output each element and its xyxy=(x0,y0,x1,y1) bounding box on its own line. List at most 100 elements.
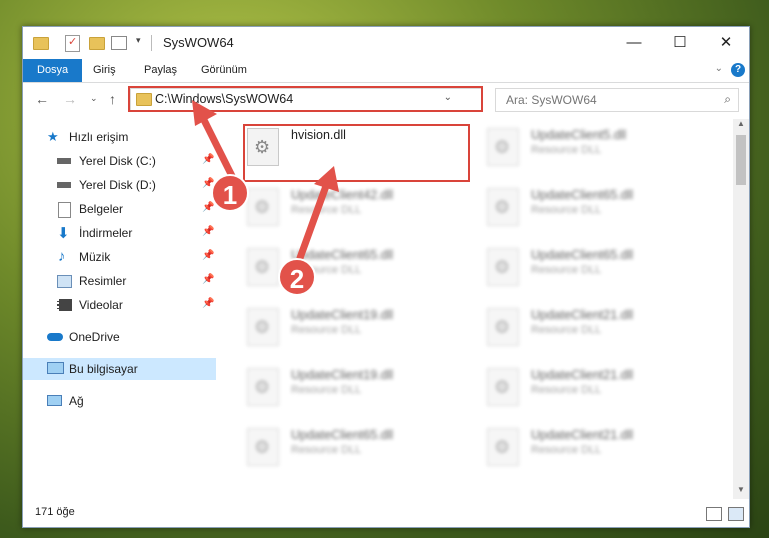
file-description: Resource DLL xyxy=(291,204,362,216)
search-icon[interactable]: ⌕ xyxy=(724,92,731,107)
dll-file-icon: ⚙ xyxy=(487,428,519,466)
sidebar-item-onedrive[interactable]: OneDrive xyxy=(23,326,216,348)
explorer-window: ✓ ▾ SysWOW64 — ☐ ✕ Dosya Giriş Paylaş Gö… xyxy=(22,26,750,528)
file-description: Resource DLL xyxy=(291,444,362,456)
dll-file-icon: ⚙ xyxy=(247,428,279,466)
file-highlight-box xyxy=(243,124,470,182)
list-item[interactable]: ⚙ UpdateClient19.dll Resource DLL xyxy=(243,302,463,352)
file-description: Resource DLL xyxy=(531,264,602,276)
list-item[interactable]: ⚙ UpdateClient65.dll Resource DLL xyxy=(483,242,703,292)
minimize-button[interactable]: — xyxy=(611,27,657,59)
gear-icon: ⚙ xyxy=(254,317,271,337)
pin-icon: 📌 xyxy=(202,298,215,309)
sidebar-item-label: Ağ xyxy=(69,394,84,408)
documents-icon xyxy=(58,202,71,218)
sidebar-item-pictures[interactable]: Resimler 📌 xyxy=(23,270,216,292)
sidebar-item-label: Yerel Disk (C:) xyxy=(79,154,156,168)
folder-icon xyxy=(33,37,49,50)
file-name: UpdateClient19.dll xyxy=(291,368,394,382)
sidebar-item-label: Bu bilgisayar xyxy=(69,362,138,376)
properties-icon[interactable]: ✓ xyxy=(65,35,80,52)
close-button[interactable]: ✕ xyxy=(703,27,749,59)
step-1-badge: 1 xyxy=(211,174,249,212)
file-name: UpdateClient21.dll xyxy=(531,308,634,322)
list-item[interactable]: ⚙ UpdateClient21.dll Resource DLL xyxy=(483,362,703,412)
list-item[interactable]: ⚙ UpdateClient65.dll Resource DLL xyxy=(483,182,703,232)
title-bar: ✓ ▾ SysWOW64 — ☐ ✕ xyxy=(23,27,749,59)
list-item[interactable]: ⚙ UpdateClient5.dll Resource DLL xyxy=(483,122,703,172)
list-item[interactable]: ⚙ UpdateClient42.dll Resource DLL xyxy=(243,182,463,232)
gear-icon: ⚙ xyxy=(494,437,511,457)
file-description: Resource DLL xyxy=(531,444,602,456)
customize-toolbar-icon[interactable]: ▾ xyxy=(136,35,141,51)
scroll-up-icon[interactable]: ▲ xyxy=(733,119,749,133)
sidebar-item-network[interactable]: Ağ xyxy=(23,390,216,412)
large-icons-view-icon[interactable] xyxy=(728,507,744,521)
back-arrow-icon[interactable]: ← xyxy=(35,91,49,107)
sidebar-item-this-pc[interactable]: Bu bilgisayar xyxy=(23,358,216,380)
pin-icon: 📌 xyxy=(202,250,215,261)
dll-file-icon: ⚙ xyxy=(247,308,279,346)
sidebar-item-documents[interactable]: Belgeler 📌 xyxy=(23,198,216,220)
dll-file-icon: ⚙ xyxy=(487,368,519,406)
tab-home[interactable]: Giriş xyxy=(83,59,126,82)
new-folder-icon[interactable] xyxy=(89,37,105,50)
pin-icon: 📌 xyxy=(202,202,215,213)
list-item[interactable]: ⚙ UpdateClient21.dll Resource DLL xyxy=(483,302,703,352)
scroll-thumb[interactable] xyxy=(736,135,746,185)
sidebar-item-label: Yerel Disk (D:) xyxy=(79,178,156,192)
gear-icon: ⚙ xyxy=(494,377,511,397)
gear-icon: ⚙ xyxy=(254,257,271,277)
pictures-icon xyxy=(57,275,72,288)
file-name: UpdateClient65.dll xyxy=(531,248,634,262)
file-name: UpdateClient65.dll xyxy=(531,188,634,202)
sidebar-item-disk-c[interactable]: Yerel Disk (C:) 📌 xyxy=(23,150,216,172)
list-item[interactable]: ⚙ UpdateClient65.dll Resource DLL xyxy=(243,242,463,292)
gear-icon: ⚙ xyxy=(254,377,271,397)
sidebar-item-disk-d[interactable]: Yerel Disk (D:) 📌 xyxy=(23,174,216,196)
list-item[interactable]: ⚙ UpdateClient21.dll Resource DLL xyxy=(483,422,703,472)
file-description: Resource DLL xyxy=(531,204,602,216)
tab-view[interactable]: Görünüm xyxy=(191,59,257,82)
download-icon: ⬇ xyxy=(57,225,70,242)
details-view-icon[interactable] xyxy=(706,507,722,521)
address-highlight-box xyxy=(128,86,483,112)
scroll-down-icon[interactable]: ▼ xyxy=(733,485,749,499)
sidebar-item-downloads[interactable]: ⬇ İndirmeler 📌 xyxy=(23,222,216,244)
search-input[interactable] xyxy=(504,92,708,108)
file-description: Resource DLL xyxy=(531,144,602,156)
status-bar: 171 öğe xyxy=(23,501,749,527)
up-arrow-icon[interactable]: ↑ xyxy=(109,91,116,107)
forward-arrow-icon[interactable]: → xyxy=(63,91,77,107)
view-menu-icon[interactable] xyxy=(111,36,127,50)
navigation-pane: ★ Hızlı erişim Yerel Disk (C:) 📌 Yerel D… xyxy=(23,122,218,502)
drive-icon xyxy=(57,158,71,164)
help-icon[interactable]: ? xyxy=(731,63,745,77)
tab-share[interactable]: Paylaş xyxy=(134,59,187,82)
sidebar-item-videos[interactable]: Videolar 📌 xyxy=(23,294,216,316)
list-item[interactable]: ⚙ UpdateClient65.dll Resource DLL xyxy=(243,422,463,472)
file-description: Resource DLL xyxy=(291,384,362,396)
sidebar-item-label: İndirmeler xyxy=(79,226,133,240)
collapse-ribbon-icon[interactable]: ⌄ xyxy=(715,63,723,74)
file-name: UpdateClient42.dll xyxy=(291,188,394,202)
dll-file-icon: ⚙ xyxy=(247,188,279,226)
list-item[interactable]: ⚙ UpdateClient19.dll Resource DLL xyxy=(243,362,463,412)
file-name: UpdateClient21.dll xyxy=(531,368,634,382)
computer-icon xyxy=(47,362,64,374)
network-icon xyxy=(47,395,62,406)
sidebar-item-label: Videolar xyxy=(79,298,123,312)
item-count: 171 öğe xyxy=(35,506,75,518)
pin-icon: 📌 xyxy=(202,274,215,285)
pin-icon: 📌 xyxy=(202,226,215,237)
sidebar-item-quick-access[interactable]: ★ Hızlı erişim xyxy=(23,126,216,148)
search-box[interactable]: ⌕ xyxy=(495,88,739,112)
step-2-badge: 2 xyxy=(278,258,316,296)
file-name: UpdateClient5.dll xyxy=(531,128,627,142)
vertical-scrollbar[interactable]: ▲ ▼ xyxy=(733,119,749,499)
sidebar-item-music[interactable]: ♪ Müzik 📌 xyxy=(23,246,216,268)
maximize-button[interactable]: ☐ xyxy=(657,27,703,59)
recent-chevron-down-icon[interactable]: ⌄ xyxy=(90,93,98,104)
drive-icon xyxy=(57,182,71,188)
tab-file[interactable]: Dosya xyxy=(23,59,83,82)
